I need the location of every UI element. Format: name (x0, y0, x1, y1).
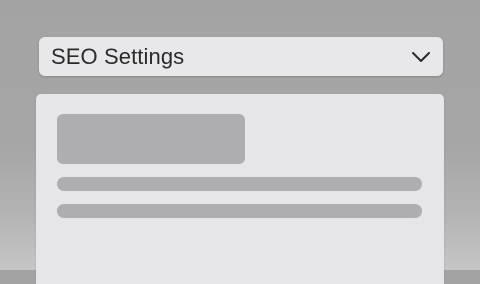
skeleton-line-placeholder (57, 204, 422, 218)
skeleton-line-placeholder (57, 177, 422, 191)
chevron-down-icon[interactable] (411, 50, 431, 64)
dropdown-label: SEO Settings (51, 43, 185, 69)
seo-settings-dropdown[interactable]: SEO Settings (39, 37, 443, 76)
loading-content-panel (36, 94, 444, 284)
skeleton-image-placeholder (57, 114, 245, 164)
